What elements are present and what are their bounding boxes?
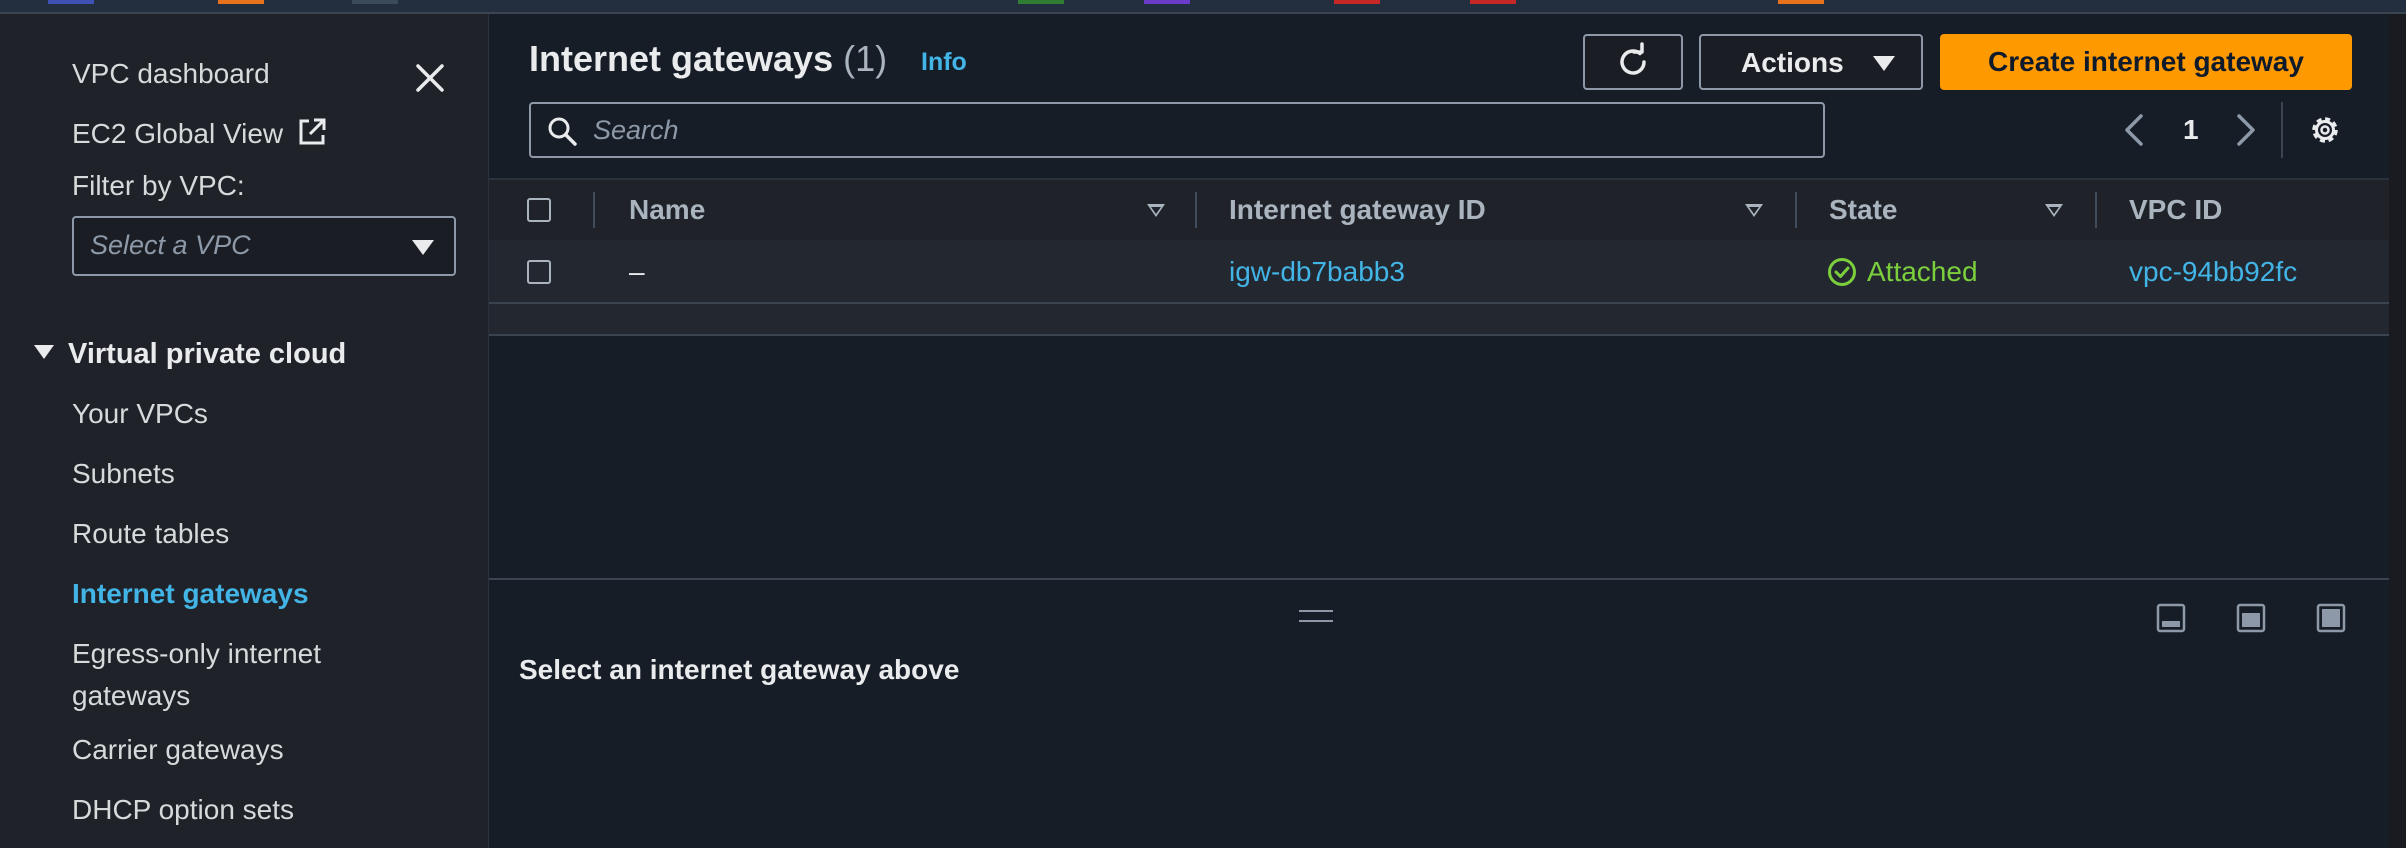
- column-divider[interactable]: [2095, 192, 2097, 228]
- drag-handle[interactable]: [1299, 610, 1333, 622]
- panel-side-icon[interactable]: [2235, 602, 2267, 634]
- service-tab-6[interactable]: [1334, 0, 1380, 4]
- close-icon[interactable]: [410, 58, 450, 98]
- column-divider: [593, 192, 595, 228]
- table-footer: [489, 304, 2389, 336]
- top-service-bar: [0, 0, 2406, 14]
- sort-caret-icon[interactable]: [2045, 204, 2063, 217]
- vpc-filter-placeholder: Select a VPC: [90, 230, 251, 260]
- table-header: Name Internet gateway ID State VPC ID: [489, 178, 2389, 242]
- sidebar-item-label-line2: gateways: [72, 680, 191, 711]
- sidebar-item-label: Egress-only internet: [72, 638, 322, 669]
- sidebar-item-subnets[interactable]: Subnets: [72, 452, 175, 496]
- current-page-number[interactable]: 1: [2183, 114, 2199, 146]
- info-link[interactable]: Info: [921, 48, 967, 77]
- app-root: VPC dashboard EC2 Global View Filter by …: [0, 0, 2406, 848]
- caret-down-icon: [412, 240, 434, 255]
- column-divider[interactable]: [1195, 192, 1197, 228]
- column-header-internet-gateway-id[interactable]: Internet gateway ID: [1229, 194, 1486, 226]
- toolbar-divider: [2281, 102, 2283, 158]
- detail-panel-message: Select an internet gateway above: [519, 654, 960, 685]
- page-title-text: Internet gateways: [529, 38, 834, 79]
- page-title: Internet gateways (1): [529, 38, 887, 80]
- service-tab-4[interactable]: [1018, 0, 1064, 4]
- next-page-icon[interactable]: [2231, 110, 2261, 150]
- service-tab-5[interactable]: [1144, 0, 1190, 4]
- gear-icon[interactable]: [2307, 112, 2343, 148]
- expand-caret-icon: [34, 345, 54, 360]
- sidebar-item-internet-gateways[interactable]: Internet gateways: [72, 572, 309, 616]
- cell-name: –: [629, 256, 645, 287]
- refresh-button[interactable]: [1583, 34, 1683, 90]
- search-placeholder: Search: [593, 115, 679, 145]
- item-count: (1): [843, 38, 888, 79]
- external-link-icon: [299, 118, 326, 145]
- column-divider[interactable]: [1795, 192, 1797, 228]
- sidebar-item-carrier-gateways[interactable]: Carrier gateways: [72, 728, 284, 772]
- sidebar-item-label: EC2 Global View: [72, 118, 284, 149]
- section-label: Virtual private cloud: [68, 338, 347, 370]
- main-content: Internet gateways (1) Info Actions Creat…: [489, 14, 2389, 848]
- cell-vpc-id[interactable]: vpc-94bb92fc: [2129, 256, 2297, 288]
- success-check-icon: [1828, 258, 1856, 286]
- column-header-vpc-id[interactable]: VPC ID: [2129, 194, 2222, 226]
- service-tab-8[interactable]: [1778, 0, 1824, 4]
- sidebar: VPC dashboard EC2 Global View Filter by …: [0, 14, 489, 848]
- actions-label: Actions: [1741, 47, 1844, 78]
- sort-caret-icon[interactable]: [1745, 204, 1763, 217]
- service-tab-1[interactable]: [48, 0, 94, 4]
- table-row[interactable]: – igw-db7babb3 Attached vpc-94bb92fc: [489, 240, 2389, 304]
- cell-internet-gateway-id[interactable]: igw-db7babb3: [1229, 256, 1405, 288]
- sidebar-item-dhcp-option-sets[interactable]: DHCP option sets: [72, 788, 294, 832]
- service-tab-7[interactable]: [1470, 0, 1516, 4]
- sidebar-item-route-tables[interactable]: Route tables: [72, 512, 229, 556]
- sidebar-item-ec2-global-view[interactable]: EC2 Global View: [72, 112, 327, 156]
- split-panel-divider: [489, 578, 2389, 580]
- refresh-icon: [1620, 42, 1646, 75]
- search-input[interactable]: Search: [529, 102, 1825, 158]
- panel-bottom-icon[interactable]: [2155, 602, 2187, 634]
- column-header-name[interactable]: Name: [629, 194, 705, 226]
- column-header-state[interactable]: State: [1829, 194, 1897, 226]
- service-tab-2[interactable]: [218, 0, 264, 4]
- vpc-filter-select[interactable]: Select a VPC: [72, 216, 456, 276]
- section-virtual-private-cloud[interactable]: Virtual private cloud: [34, 332, 346, 376]
- create-internet-gateway-button[interactable]: Create internet gateway: [1940, 34, 2352, 90]
- caret-down-icon: [1873, 56, 1895, 71]
- sidebar-item-egress-only-internet-gateways[interactable]: Egress-only internet gateways: [72, 632, 321, 718]
- select-all-checkbox[interactable]: [527, 198, 551, 222]
- sidebar-item-vpc-dashboard[interactable]: VPC dashboard: [72, 52, 270, 96]
- actions-dropdown-button[interactable]: Actions: [1699, 34, 1923, 90]
- panel-full-icon[interactable]: [2315, 602, 2347, 634]
- sort-caret-icon[interactable]: [1147, 204, 1165, 217]
- cell-state: Attached: [1867, 256, 1978, 287]
- previous-page-icon[interactable]: [2119, 110, 2149, 150]
- search-icon: [548, 117, 577, 146]
- service-tab-3[interactable]: [352, 0, 398, 4]
- filter-by-vpc-label: Filter by VPC:: [72, 170, 245, 201]
- row-checkbox[interactable]: [527, 260, 551, 284]
- sidebar-item-your-vpcs[interactable]: Your VPCs: [72, 392, 208, 436]
